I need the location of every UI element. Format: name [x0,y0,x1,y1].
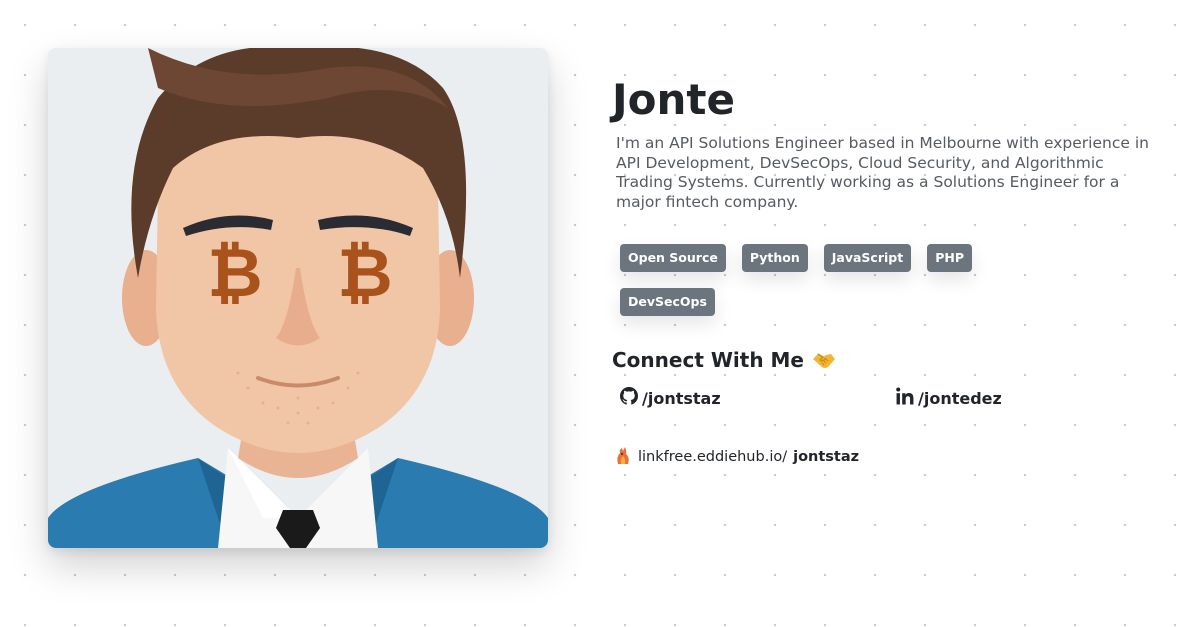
github-handle: /jontstaz [642,388,721,408]
tag-devsecops[interactable]: DevSecOps [620,288,715,316]
profile-panel: Jonte I'm an API Solutions Engineer base… [612,72,1172,469]
tag-javascript[interactable]: JavaScript [823,244,912,272]
linkedin-link[interactable]: /jontedez [896,387,1002,409]
svg-text:₿: ₿ [207,234,262,313]
handshake-icon [812,350,836,370]
avatar: ₿ ₿ [48,48,548,548]
linkfree-logo-icon [614,445,632,469]
linkfree-handle: jontstaz [793,449,860,465]
svg-text:₿: ₿ [337,234,392,313]
tag-open-source[interactable]: Open Source [620,244,726,272]
connect-heading: Connect With Me [612,347,1172,373]
avatar-illustration: ₿ ₿ [48,48,548,548]
linkfree-domain: linkfree.eddiehub.io/ [638,449,788,465]
github-icon [620,387,638,409]
tag-list: Open Source Python JavaScript PHP DevSec… [620,244,1040,316]
profile-bio: I'm an API Solutions Engineer based in M… [616,134,1149,211]
github-link[interactable]: /jontstaz [620,387,721,409]
linkedin-handle: /jontedez [918,388,1002,408]
linkedin-icon [896,387,914,409]
linkfree-link[interactable]: linkfree.eddiehub.io/ jontstaz [614,445,1172,469]
connect-title: Connect With Me [612,348,804,372]
profile-name: Jonte [612,75,735,124]
social-links: /jontstaz /jontedez [612,387,1172,411]
tag-python[interactable]: Python [741,244,808,272]
tag-php[interactable]: PHP [927,244,973,272]
page: ₿ ₿ Jonte I'm an API Solutions Engineer … [0,0,1200,627]
